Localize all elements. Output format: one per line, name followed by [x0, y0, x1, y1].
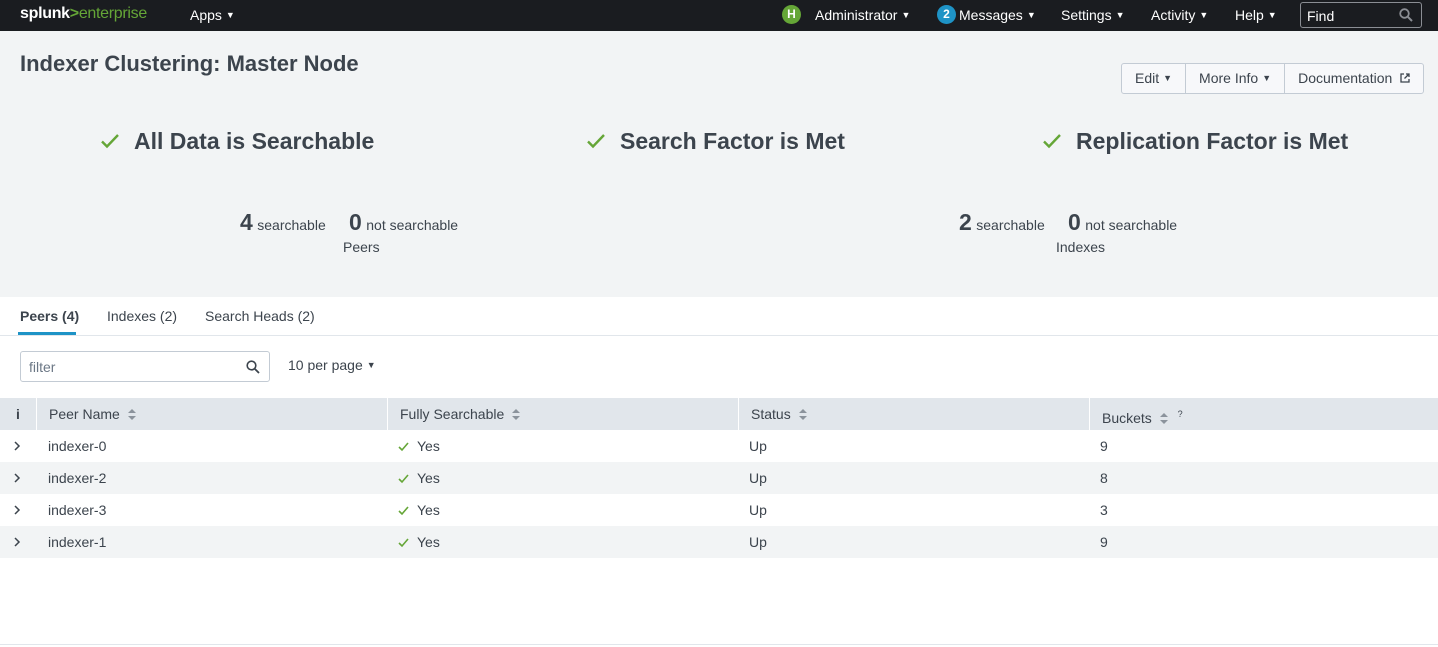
buckets-cell: 9 — [1100, 438, 1108, 454]
edit-button[interactable]: Edit ▼ — [1122, 64, 1187, 93]
peers-searchable-metric: 4 searchable — [240, 209, 326, 235]
caret-down-icon: ▼ — [901, 10, 911, 20]
top-nav: splunk>enterprise Apps ▼ H Administrator ▼… — [0, 0, 1438, 31]
column-header-status[interactable]: Status — [738, 398, 1089, 430]
tab-bar: Peers (4) Indexes (2) Search Heads (2) — [0, 297, 1438, 336]
sort-icon — [127, 409, 136, 420]
info-column-header: i — [16, 406, 20, 422]
tab-search-heads[interactable]: Search Heads (2) — [205, 308, 315, 324]
peer-name-cell: indexer-1 — [48, 534, 107, 550]
caret-down-icon: ▼ — [1199, 10, 1209, 20]
peers-not-searchable-metric: 0 not searchable — [349, 209, 459, 235]
indexes-searchable-metric: 2 searchable — [959, 209, 1045, 235]
divider — [0, 644, 1438, 645]
status-cell: Up — [749, 502, 767, 518]
caret-down-icon: ▼ — [225, 10, 235, 20]
checkmark-icon — [1043, 134, 1061, 149]
apps-menu[interactable]: Apps ▼ — [190, 7, 235, 23]
status-cell: Up — [749, 438, 767, 454]
table-row: indexer-3 Yes Up 3 — [0, 494, 1438, 526]
buckets-cell: 3 — [1100, 502, 1108, 518]
buckets-help-icon[interactable]: ? — [1178, 409, 1183, 419]
filter-box — [20, 351, 270, 382]
documentation-button[interactable]: Documentation — [1285, 64, 1423, 93]
fully-searchable-cell: Yes — [398, 462, 440, 494]
search-icon[interactable] — [246, 360, 260, 374]
help-menu[interactable]: Help ▼ — [1235, 7, 1277, 23]
checkmark-icon — [587, 134, 605, 149]
sort-icon — [798, 409, 807, 420]
activity-menu[interactable]: Activity ▼ — [1151, 7, 1208, 23]
tab-peers[interactable]: Peers (4) — [20, 308, 79, 324]
status-cell: Up — [749, 470, 767, 486]
status-all-data-searchable: All Data is Searchable — [100, 128, 374, 155]
fully-searchable-cell: Yes — [398, 430, 440, 462]
active-tab-indicator — [18, 332, 76, 335]
header-button-group: Edit ▼ More Info ▼ Documentation — [1121, 63, 1425, 94]
buckets-cell: 9 — [1100, 534, 1108, 550]
indexes-not-searchable-metric: 0 not searchable — [1068, 209, 1178, 235]
more-info-button[interactable]: More Info ▼ — [1186, 64, 1286, 93]
status-cell: Up — [749, 534, 767, 550]
external-link-icon — [1400, 73, 1410, 83]
table-row: indexer-0 Yes Up 9 — [0, 430, 1438, 462]
user-menu[interactable]: Administrator ▼ — [815, 7, 910, 23]
column-header-fully-searchable[interactable]: Fully Searchable — [387, 398, 738, 430]
table-header: i Peer Name Fully Searchable Status Buck… — [0, 398, 1438, 430]
caret-down-icon: ▼ — [1267, 10, 1277, 20]
sort-icon — [1159, 413, 1168, 424]
splunk-logo[interactable]: splunk>enterprise — [20, 5, 147, 23]
column-header-peer-name[interactable]: Peer Name — [36, 398, 387, 430]
sort-icon — [512, 409, 521, 420]
chevron-right-icon[interactable] — [12, 537, 22, 547]
checkmark-icon — [398, 442, 409, 452]
indexes-summary-label: Indexes — [1056, 239, 1106, 255]
checkmark-icon — [398, 538, 409, 548]
messages-menu[interactable]: Messages ▼ — [959, 7, 1036, 23]
peer-name-cell: indexer-2 — [48, 470, 107, 486]
table-row: indexer-1 Yes Up 9 — [0, 526, 1438, 558]
summary-panel: Indexer Clustering: Master Node Edit ▼ Mo… — [0, 31, 1438, 297]
fully-searchable-cell: Yes — [398, 494, 440, 526]
caret-down-icon: ▼ — [1115, 10, 1125, 20]
peers-table: i Peer Name Fully Searchable Status Buck… — [0, 398, 1438, 558]
peers-summary-label: Peers — [343, 239, 380, 255]
user-avatar[interactable]: H — [782, 5, 801, 24]
caret-down-icon: ▼ — [366, 360, 376, 370]
filter-input[interactable] — [29, 358, 229, 376]
search-icon[interactable] — [1399, 8, 1413, 22]
checkmark-icon — [398, 506, 409, 516]
settings-menu[interactable]: Settings ▼ — [1061, 7, 1125, 23]
peer-name-cell: indexer-3 — [48, 502, 107, 518]
find-input[interactable] — [1307, 7, 1393, 24]
chevron-right-icon[interactable] — [12, 473, 22, 483]
buckets-cell: 8 — [1100, 470, 1108, 486]
tab-indexes[interactable]: Indexes (2) — [107, 308, 177, 324]
per-page-dropdown[interactable]: 10 per page ▼ — [288, 357, 376, 373]
status-search-factor-met: Search Factor is Met — [586, 128, 845, 155]
column-header-buckets[interactable]: Buckets ? — [1089, 398, 1438, 430]
checkmark-icon — [101, 134, 119, 149]
fully-searchable-cell: Yes — [398, 526, 440, 558]
peer-name-cell: indexer-0 — [48, 438, 107, 454]
checkmark-icon — [398, 474, 409, 484]
chevron-right-icon[interactable] — [12, 441, 22, 451]
status-replication-factor-met: Replication Factor is Met — [1042, 128, 1348, 155]
caret-down-icon: ▼ — [1163, 73, 1173, 83]
caret-down-icon: ▼ — [1262, 73, 1272, 83]
find-box — [1300, 2, 1422, 28]
page-title: Indexer Clustering: Master Node — [20, 51, 359, 76]
messages-count-badge[interactable]: 2 — [937, 5, 956, 24]
chevron-right-icon[interactable] — [12, 505, 22, 515]
caret-down-icon: ▼ — [1026, 10, 1036, 20]
table-row: indexer-2 Yes Up 8 — [0, 462, 1438, 494]
